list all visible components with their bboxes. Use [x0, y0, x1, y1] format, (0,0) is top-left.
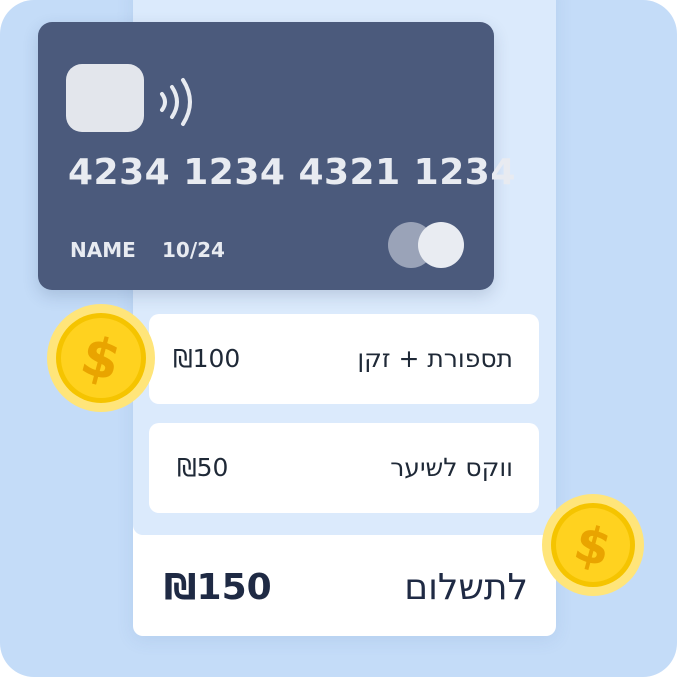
dollar-coin-icon: $: [47, 304, 155, 412]
brand-circle-right: [418, 222, 464, 268]
contactless-icon: [160, 78, 192, 126]
order-item[interactable]: ווקס לשיער ₪50: [149, 423, 539, 513]
chip-icon: [66, 64, 144, 132]
card-expiry: 10/24: [162, 238, 225, 262]
card-number: 4234 1234 4321 1234: [68, 152, 516, 193]
order-item-name: תספורת + זקן: [357, 344, 513, 373]
order-item-price: ₪100: [173, 344, 241, 373]
order-item-name: ווקס לשיער: [390, 453, 513, 482]
credit-card[interactable]: 4234 1234 4321 1234 NAME 10/24: [38, 22, 515, 290]
dollar-coin-icon: $: [542, 494, 644, 596]
order-item[interactable]: תספורת + זקן ₪100: [149, 314, 539, 404]
order-item-price: ₪50: [177, 453, 229, 482]
card-brand-icon: [388, 222, 466, 270]
total-label: לתשלום: [404, 567, 528, 608]
total-amount: ₪150: [164, 567, 272, 608]
cardholder-name: NAME: [70, 238, 136, 262]
payment-illustration: תספורת + זקן ₪100 ווקס לשיער ₪50 לתשלום …: [0, 0, 677, 677]
